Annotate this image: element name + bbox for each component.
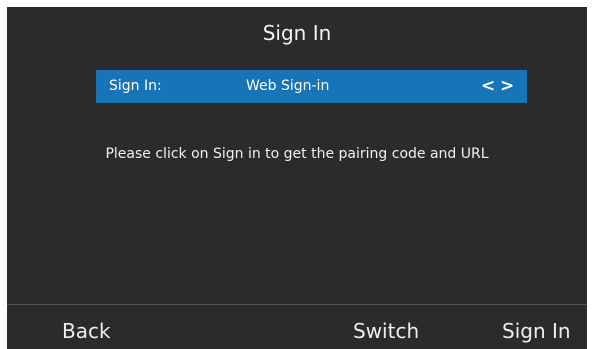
- switch-softkey[interactable]: Switch: [353, 319, 419, 343]
- back-softkey[interactable]: Back: [62, 319, 111, 343]
- phone-screen: Sign In Sign In: Web Sign-in < > Please …: [7, 7, 587, 349]
- softkey-divider: [7, 304, 587, 305]
- chevron-right-icon[interactable]: >: [500, 76, 514, 96]
- sign-in-method-selector[interactable]: Sign In: Web Sign-in < >: [96, 70, 527, 103]
- instruction-message: Please click on Sign in to get the pairi…: [105, 146, 489, 162]
- selector-value: Web Sign-in: [246, 78, 330, 94]
- chevron-left-icon[interactable]: <: [481, 76, 495, 96]
- sign-in-softkey[interactable]: Sign In: [502, 319, 571, 343]
- page-title: Sign In: [262, 21, 332, 45]
- selector-label: Sign In:: [109, 78, 162, 94]
